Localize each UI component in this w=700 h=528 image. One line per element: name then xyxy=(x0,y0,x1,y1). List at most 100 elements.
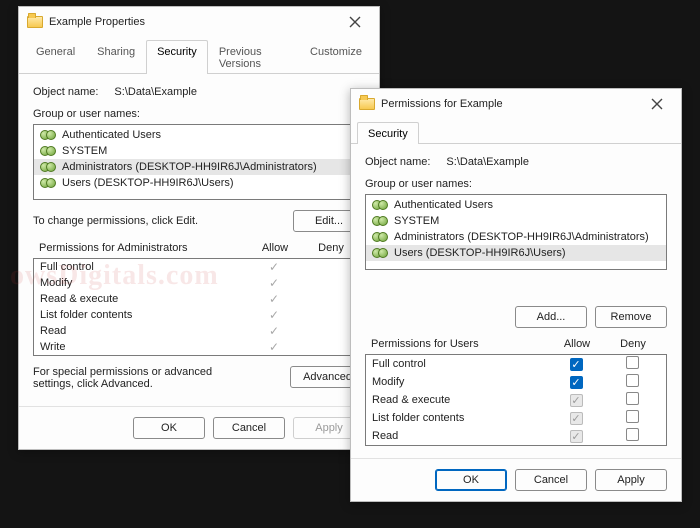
allow-indicator: ✓ xyxy=(246,340,302,354)
perm-name: Full control xyxy=(372,358,548,370)
perm-name: Modify xyxy=(40,277,246,289)
deny-col: Deny xyxy=(605,338,661,350)
cancel-button[interactable]: Cancel xyxy=(213,417,285,439)
list-item[interactable]: Users (DESKTOP-HH9IR6J\Users) xyxy=(366,245,666,261)
perm-row: Read & execute✓ xyxy=(34,291,364,307)
object-name-label: Object name: xyxy=(33,86,98,98)
list-item[interactable]: Administrators (DESKTOP-HH9IR6J\Administ… xyxy=(366,229,666,245)
perm-name: Read & execute xyxy=(40,293,246,305)
tab-previous-versions[interactable]: Previous Versions xyxy=(208,40,299,74)
perm-row: Modify ✓ xyxy=(366,373,666,391)
perm-name: Read xyxy=(40,325,246,337)
users-icon xyxy=(40,160,56,174)
users-icon xyxy=(40,128,56,142)
list-item[interactable]: Administrators (DESKTOP-HH9IR6J\Administ… xyxy=(34,159,364,175)
perm-row: List folder contents ✓ xyxy=(366,409,666,427)
list-item[interactable]: Authenticated Users xyxy=(366,197,666,213)
deny-checkbox[interactable] xyxy=(626,374,639,387)
list-item-label: Authenticated Users xyxy=(62,129,161,141)
dialog-body: Object name: S:\Data\Example Group or us… xyxy=(351,144,681,458)
allow-indicator: ✓ xyxy=(246,292,302,306)
group-listbox[interactable]: Authenticated Users SYSTEM Administrators … xyxy=(33,124,365,200)
remove-button[interactable]: Remove xyxy=(595,306,667,328)
allow-checkbox[interactable]: ✓ xyxy=(570,412,583,425)
folder-icon xyxy=(359,98,375,110)
perm-name: Modify xyxy=(372,376,548,388)
users-icon xyxy=(372,246,388,260)
tab-general[interactable]: General xyxy=(25,40,86,74)
object-name-label: Object name: xyxy=(365,156,430,168)
perm-row: List folder contents✓ xyxy=(34,307,364,323)
allow-checkbox[interactable]: ✓ xyxy=(570,430,583,443)
tab-security[interactable]: Security xyxy=(146,40,208,74)
apply-button[interactable]: Apply xyxy=(595,469,667,491)
list-item-label: SYSTEM xyxy=(62,145,107,157)
list-item[interactable]: SYSTEM xyxy=(34,143,364,159)
tab-customize[interactable]: Customize xyxy=(299,40,373,74)
allow-checkbox[interactable]: ✓ xyxy=(570,394,583,407)
tab-bar: Security xyxy=(351,119,681,144)
tab-bar: GeneralSharingSecurityPrevious VersionsC… xyxy=(19,37,379,74)
perm-row: Write✓ xyxy=(34,339,364,355)
window-title: Permissions for Example xyxy=(381,98,641,110)
group-listbox[interactable]: Authenticated Users SYSTEM Administrators … xyxy=(365,194,667,270)
allow-indicator: ✓ xyxy=(246,260,302,274)
users-icon xyxy=(372,198,388,212)
close-icon xyxy=(651,98,663,110)
close-icon xyxy=(349,16,361,28)
list-item-label: Users (DESKTOP-HH9IR6J\Users) xyxy=(394,247,566,259)
object-name-value: S:\Data\Example xyxy=(446,156,529,168)
folder-icon xyxy=(27,16,43,28)
dialog-footer: OK Cancel Apply xyxy=(351,458,681,501)
group-label: Group or user names: xyxy=(33,108,140,120)
object-name-value: S:\Data\Example xyxy=(114,86,197,98)
properties-window: Example Properties GeneralSharingSecurit… xyxy=(18,6,380,450)
titlebar: Permissions for Example xyxy=(351,89,681,119)
close-button[interactable] xyxy=(641,92,673,116)
tab-sharing[interactable]: Sharing xyxy=(86,40,146,74)
list-item-label: SYSTEM xyxy=(394,215,439,227)
perm-row: Modify✓ xyxy=(34,275,364,291)
deny-checkbox[interactable] xyxy=(626,356,639,369)
add-button[interactable]: Add... xyxy=(515,306,587,328)
ok-button[interactable]: OK xyxy=(435,469,507,491)
ok-button[interactable]: OK xyxy=(133,417,205,439)
perm-name: List folder contents xyxy=(40,309,246,321)
list-item[interactable]: SYSTEM xyxy=(366,213,666,229)
dialog-body: Object name: S:\Data\Example Group or us… xyxy=(19,74,379,406)
close-button[interactable] xyxy=(339,10,371,34)
users-icon xyxy=(40,176,56,190)
perm-name: Write xyxy=(40,341,246,353)
allow-col: Allow xyxy=(549,338,605,350)
dialog-footer: OK Cancel Apply xyxy=(19,406,379,449)
perm-row: Full control✓ xyxy=(34,259,364,275)
edit-hint: To change permissions, click Edit. xyxy=(33,215,198,227)
perm-header: Permissions for Administrators xyxy=(39,242,247,254)
advanced-hint: For special permissions or advanced sett… xyxy=(33,366,253,390)
perm-name: List folder contents xyxy=(372,412,548,424)
perm-header: Permissions for Users xyxy=(371,338,549,350)
list-item[interactable]: Users (DESKTOP-HH9IR6J\Users) xyxy=(34,175,364,191)
allow-indicator: ✓ xyxy=(246,324,302,338)
perm-name: Read & execute xyxy=(372,394,548,406)
deny-checkbox[interactable] xyxy=(626,428,639,441)
allow-checkbox[interactable]: ✓ xyxy=(570,376,583,389)
deny-checkbox[interactable] xyxy=(626,392,639,405)
deny-checkbox[interactable] xyxy=(626,410,639,423)
permissions-window: Permissions for Example Security Object … xyxy=(350,88,682,502)
group-label: Group or user names: xyxy=(365,178,472,190)
titlebar: Example Properties xyxy=(19,7,379,37)
list-item[interactable]: Authenticated Users xyxy=(34,127,364,143)
cancel-button[interactable]: Cancel xyxy=(515,469,587,491)
users-icon xyxy=(372,230,388,244)
window-title: Example Properties xyxy=(49,16,339,28)
list-item-label: Authenticated Users xyxy=(394,199,493,211)
list-item-label: Administrators (DESKTOP-HH9IR6J\Administ… xyxy=(62,161,317,173)
perm-name: Full control xyxy=(40,261,246,273)
tab-security[interactable]: Security xyxy=(357,122,419,144)
list-item-label: Administrators (DESKTOP-HH9IR6J\Administ… xyxy=(394,231,649,243)
perm-row: Read✓ xyxy=(366,427,666,445)
allow-checkbox[interactable]: ✓ xyxy=(570,358,583,371)
perm-listbox[interactable]: Full control✓Modify✓Read & execute✓List … xyxy=(365,354,667,446)
perm-listbox[interactable]: Full control✓Modify✓Read & execute✓List … xyxy=(33,258,365,356)
